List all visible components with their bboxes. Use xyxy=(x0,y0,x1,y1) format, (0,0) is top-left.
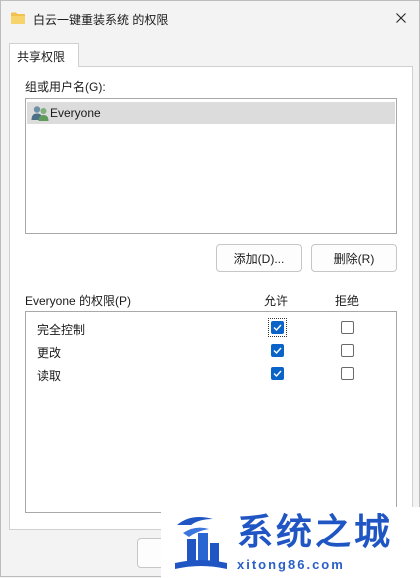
allow-column-header: 允许 xyxy=(264,294,289,308)
close-icon xyxy=(396,13,406,23)
add-button-label: 添加(D)... xyxy=(233,251,285,266)
remove-button[interactable]: 删除(R) xyxy=(311,244,397,272)
window-title: 白云一键重装系统 的权限 xyxy=(33,13,169,27)
group-user-list[interactable]: Everyone xyxy=(25,98,397,234)
checkmark-icon xyxy=(273,324,282,331)
allow-full-control-checkbox[interactable] xyxy=(271,321,284,334)
tab-label: 共享权限 xyxy=(17,50,66,64)
permissions-label: Everyone 的权限(P) xyxy=(25,294,132,308)
watermark-url: xitong86.com xyxy=(237,557,345,572)
permission-name: 完全控制 xyxy=(37,323,86,337)
city-logo-icon xyxy=(175,517,227,569)
title-bar: 白云一键重装系统 的权限 xyxy=(1,1,419,37)
remove-button-label: 删除(R) xyxy=(333,251,375,266)
groups-label: 组或用户名(G): xyxy=(25,80,106,94)
checkmark-icon xyxy=(273,347,282,354)
deny-change-checkbox[interactable] xyxy=(341,344,354,357)
tab-share-permissions[interactable]: 共享权限 xyxy=(9,43,79,67)
folder-icon xyxy=(11,12,25,24)
permissions-list: 完全控制 更改 读取 xyxy=(25,311,397,513)
add-button[interactable]: 添加(D)... xyxy=(216,244,302,272)
list-item-label: Everyone xyxy=(50,106,101,120)
close-button[interactable] xyxy=(383,1,419,35)
allow-read-checkbox[interactable] xyxy=(271,367,284,380)
deny-read-checkbox[interactable] xyxy=(341,367,354,380)
permissions-dialog: 白云一键重装系统 的权限 共享权限 组或用户名(G): Everyone 添加(… xyxy=(0,0,420,578)
permission-name: 读取 xyxy=(37,369,62,383)
watermark: 系统之城 xitong86.com xyxy=(161,507,420,578)
list-item-everyone[interactable]: Everyone xyxy=(27,102,395,124)
checkmark-icon xyxy=(273,370,282,377)
users-icon xyxy=(31,106,49,121)
permission-name: 更改 xyxy=(37,346,62,360)
allow-change-checkbox[interactable] xyxy=(271,344,284,357)
watermark-title: 系统之城 xyxy=(237,512,394,553)
deny-full-control-checkbox[interactable] xyxy=(341,321,354,334)
deny-column-header: 拒绝 xyxy=(335,294,360,308)
